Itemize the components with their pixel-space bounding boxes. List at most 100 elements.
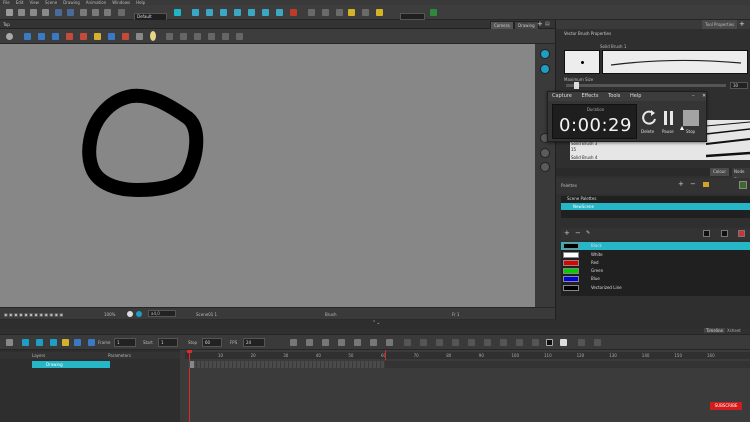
reset-view-icon[interactable] — [127, 311, 133, 317]
rectangle-icon[interactable] — [180, 33, 187, 40]
polyline-icon[interactable] — [208, 33, 215, 40]
swatch-row-white[interactable]: White — [561, 251, 750, 259]
eraser-icon[interactable] — [94, 33, 101, 40]
tab-drawing[interactable]: Drawing — [514, 21, 539, 29]
motion-key-icon[interactable] — [370, 339, 377, 346]
tool-i-icon[interactable] — [532, 339, 539, 346]
import-icon[interactable] — [42, 9, 49, 16]
tab-xsheet[interactable]: Xsheet — [727, 328, 741, 333]
onion-skin-icon[interactable] — [308, 9, 315, 16]
stop-input[interactable]: 60 — [202, 338, 222, 347]
first-frame-icon[interactable] — [74, 339, 81, 346]
workspace-icon[interactable] — [118, 9, 125, 16]
save-icon[interactable] — [6, 9, 13, 16]
sidebar-view-icon[interactable] — [540, 64, 550, 74]
brush-list-item-name[interactable]: Solid Brush 4 — [571, 155, 597, 160]
zoom-icon[interactable] — [222, 33, 229, 40]
palette-menu-icon[interactable] — [739, 181, 747, 189]
recorder-menu-tools[interactable]: Tools — [608, 93, 620, 99]
loop-icon[interactable] — [22, 339, 29, 346]
cutter-icon[interactable] — [52, 33, 59, 40]
swatch-menu-icon[interactable] — [738, 230, 745, 237]
transform-tool-icon[interactable] — [192, 9, 199, 16]
tab-tool-properties[interactable]: Tool Properties — [702, 20, 738, 29]
tool-h-icon[interactable] — [516, 339, 523, 346]
tool-l-icon[interactable] — [578, 339, 585, 346]
play-icon[interactable] — [36, 339, 43, 346]
sidebar-toggle-icon[interactable] — [540, 49, 550, 59]
brush-preview-dot[interactable] — [564, 50, 600, 74]
spline-offset-icon[interactable] — [276, 9, 283, 16]
undo-icon[interactable] — [55, 9, 62, 16]
swatch-row-red[interactable]: Red — [561, 259, 750, 267]
overlay-field[interactable]: a4,0 — [148, 310, 176, 317]
paste-icon[interactable] — [104, 9, 111, 16]
translate-tool-icon[interactable] — [206, 9, 213, 16]
remove-palette-icon[interactable]: − — [690, 180, 696, 188]
tool-j-icon[interactable] — [546, 339, 553, 346]
stop-motion-key-icon[interactable] — [354, 339, 361, 346]
timeline-ruler[interactable]: 10 20 30 40 50 60 70 80 90 100 110 120 130 140 150 160 — [185, 352, 750, 359]
field-chart-icon[interactable] — [362, 9, 369, 16]
ink-icon[interactable] — [150, 31, 156, 41]
select-icon[interactable] — [24, 33, 31, 40]
start-input[interactable]: 1 — [158, 338, 178, 347]
delete-label[interactable]: Delete — [641, 129, 654, 134]
layer-name[interactable]: Drawing — [46, 361, 63, 368]
minimize-icon[interactable]: – — [692, 92, 695, 101]
preview-icon[interactable] — [430, 9, 437, 16]
tool-k-icon[interactable] — [560, 339, 567, 346]
zoom-level[interactable]: 100% — [104, 312, 115, 317]
ellipse-icon[interactable] — [194, 33, 201, 40]
folder-icon[interactable] — [703, 182, 709, 187]
skew-tool-icon[interactable] — [248, 9, 255, 16]
keyframe-icon[interactable] — [322, 339, 329, 346]
keyframe-cell[interactable] — [190, 361, 194, 368]
camera-view[interactable] — [0, 44, 535, 307]
swatch-row-black[interactable]: Black — [561, 242, 750, 250]
tab-colour[interactable]: Colour — [710, 168, 729, 176]
swatch-row-vectorized-line[interactable]: Vectorized Line — [561, 284, 750, 292]
recorder-menu-capture[interactable]: Capture — [552, 93, 572, 99]
recorder-menu-help[interactable]: Help — [630, 93, 641, 99]
status-icon-group[interactable]: ▣ ▣ ▣ ▣ ▣ ▣ ▣ ▣ ▣ ▣ ▣ ▣ — [4, 312, 63, 317]
add-palette-icon[interactable]: + — [678, 180, 684, 188]
frame-cells[interactable] — [189, 361, 385, 368]
last-frame-icon[interactable] — [88, 339, 95, 346]
swatch-row-green[interactable]: Green — [561, 267, 750, 275]
fps-input[interactable]: 24 — [243, 338, 265, 347]
frame-input[interactable]: 1 — [114, 338, 136, 347]
delete-icon[interactable] — [641, 109, 657, 127]
swatch-view-icon[interactable] — [703, 230, 710, 237]
maintain-size-icon[interactable] — [262, 9, 269, 16]
text-icon[interactable] — [108, 33, 115, 40]
tool-e-icon[interactable] — [468, 339, 475, 346]
pencil-icon[interactable] — [80, 33, 87, 40]
safe-area-icon[interactable] — [348, 9, 355, 16]
remove-swatch-icon[interactable]: − — [575, 229, 581, 237]
hold-icon[interactable] — [338, 339, 345, 346]
pause-icon[interactable] — [670, 111, 673, 125]
tool-d-icon[interactable] — [452, 339, 459, 346]
collapse-arrows-icon[interactable]: ⌃⌄ — [372, 320, 380, 326]
quick-scrub-icon[interactable] — [62, 339, 69, 346]
rotate-tool-icon[interactable] — [220, 9, 227, 16]
tab-timeline[interactable]: Timeline — [704, 328, 726, 333]
swatch-row-blue[interactable]: Blue — [561, 275, 750, 283]
toolbar-field[interactable] — [400, 13, 425, 20]
stop-label[interactable]: Stop — [686, 129, 695, 134]
max-size-slider-handle[interactable] — [574, 82, 579, 89]
sidebar-btn-5-icon[interactable] — [540, 162, 550, 172]
max-size-slider[interactable] — [566, 82, 726, 89]
grid-icon[interactable] — [336, 9, 343, 16]
brush-stroke-preview[interactable] — [602, 50, 748, 74]
pause-label[interactable]: Pause — [662, 129, 674, 134]
stop-marker[interactable] — [385, 350, 386, 360]
drawing-canvas[interactable] — [0, 44, 535, 307]
tool-c-icon[interactable] — [436, 339, 443, 346]
render-icon[interactable] — [376, 9, 383, 16]
close-icon[interactable]: ✕ — [702, 92, 706, 101]
camera-tool-icon[interactable] — [174, 9, 181, 16]
ease-icon[interactable] — [306, 339, 313, 346]
tool-b-icon[interactable] — [420, 339, 427, 346]
